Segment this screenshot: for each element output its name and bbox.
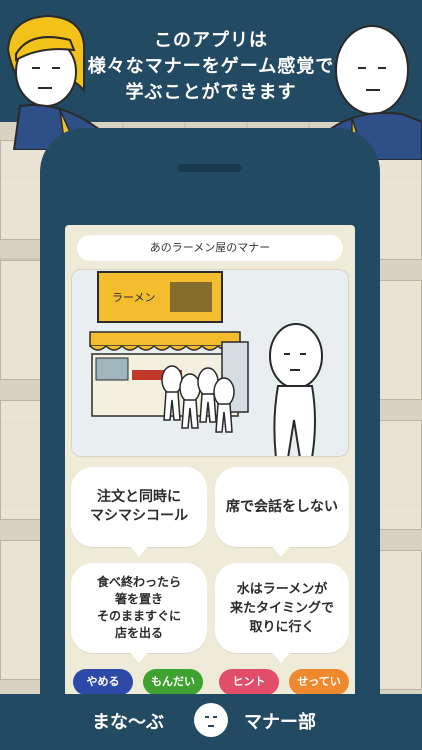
shop-awning xyxy=(89,331,241,347)
choice-1-bubble[interactable]: 注文と同時に マシマシコール xyxy=(71,467,207,547)
phone-frame: あのラーメン屋のマナー ラーメン 注文と同時に マシマシコール 席で会話をしない… xyxy=(40,128,380,750)
phone-speaker xyxy=(178,164,242,172)
choice-1-label: 注文と同時に マシマシコール xyxy=(90,489,188,524)
settings-button[interactable]: せってい xyxy=(289,669,349,695)
mascot-logo-icon xyxy=(194,703,228,737)
footer-club-name: マナー部 xyxy=(244,712,316,733)
awning-scallop xyxy=(89,344,241,351)
choice-2-tail xyxy=(271,545,291,557)
choice-2-bubble[interactable]: 席で会話をしない xyxy=(215,467,349,547)
choice-3-label: 食べ終わったら 箸を置き そのまますぐに 店を出る xyxy=(96,575,181,640)
choice-1-tail xyxy=(129,545,149,557)
shop-sign-label: ラーメン xyxy=(112,291,156,304)
question-button[interactable]: もんだい xyxy=(143,669,203,695)
hint-button[interactable]: ヒント xyxy=(219,669,279,695)
choice-3-bubble[interactable]: 食べ終わったら 箸を置き そのまますぐに 店を出る xyxy=(71,563,207,653)
ramen-scene: ラーメン xyxy=(89,271,323,456)
stage-title: あのラーメン屋のマナー xyxy=(77,235,343,261)
game-screen: あのラーメン屋のマナー ラーメン 注文と同時に マシマシコール 席で会話をしない… xyxy=(65,225,355,730)
blurred-shop-name xyxy=(170,282,212,312)
choice-2-label: 席で会話をしない xyxy=(226,498,338,515)
choice-4-label: 水はラーメンが 来たタイミングで 取りに行く xyxy=(229,581,334,635)
shop-window xyxy=(95,357,129,381)
choice-4-tail xyxy=(271,651,291,663)
footer-bar: まな〜ぶ マナー部 xyxy=(0,694,422,750)
ramen-shop-illustration: ラーメン xyxy=(71,269,349,457)
choice-4-bubble[interactable]: 水はラーメンが 来たタイミングで 取りに行く xyxy=(215,563,349,653)
main-character xyxy=(269,323,323,456)
mascot-face-icon xyxy=(205,716,217,727)
choice-3-tail xyxy=(129,651,149,663)
footer-app-name: まな〜ぶ xyxy=(92,712,164,733)
quit-button[interactable]: やめる xyxy=(73,669,133,695)
bg-panel xyxy=(374,420,422,530)
